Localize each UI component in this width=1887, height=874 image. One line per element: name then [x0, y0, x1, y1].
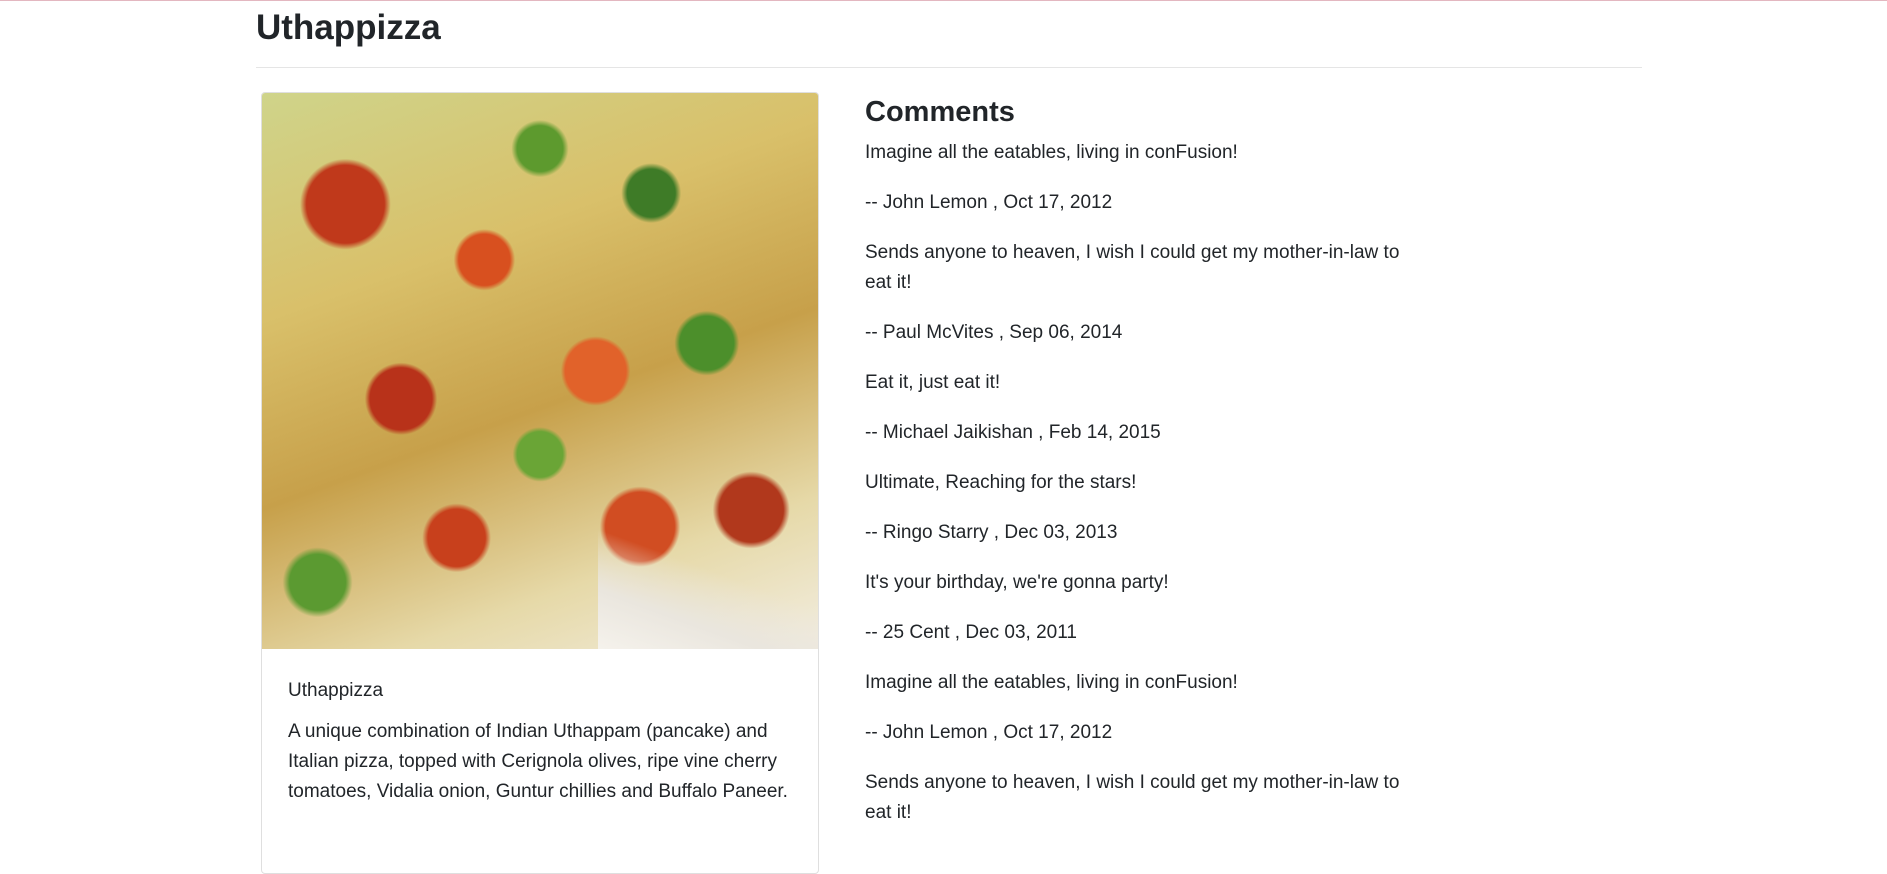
page-title: Uthappizza: [256, 8, 441, 47]
comment-author: -- Michael Jaikishan , Feb 14, 2015: [865, 422, 1161, 443]
comment-text: It's your birthday, we're gonna party!: [865, 572, 1169, 593]
dish-card-body: Uthappizza A unique combination of India…: [262, 649, 818, 827]
dish-description: A unique combination of Indian Uthappam …: [288, 721, 788, 802]
comment-author: -- John Lemon , Oct 17, 2012: [865, 722, 1113, 743]
comment-text: Sends anyone to heaven, I wish I could g…: [865, 242, 1400, 293]
comment-author: -- Paul McVites , Sep 06, 2014: [865, 322, 1123, 343]
comment-list: Imagine all the eatables, living in conF…: [865, 138, 1425, 828]
comment-text: Imagine all the eatables, living in conF…: [865, 142, 1238, 163]
comment-author: -- Ringo Starry , Dec 03, 2013: [865, 522, 1118, 543]
comment-text: Eat it, just eat it!: [865, 372, 1001, 393]
dish-card: Uthappizza A unique combination of India…: [261, 92, 819, 874]
comments-heading: Comments: [865, 96, 1015, 128]
dish-image: [262, 93, 818, 649]
dish-card-title: Uthappizza: [288, 680, 384, 701]
comment-author: -- 25 Cent , Dec 03, 2011: [865, 622, 1077, 643]
main-container: Uthappizza Uthappizza A unique combinati…: [256, 0, 1642, 874]
comment-author: -- John Lemon , Oct 17, 2012: [865, 192, 1113, 213]
comment-text: Sends anyone to heaven, I wish I could g…: [865, 772, 1400, 823]
comment-text: Ultimate, Reaching for the stars!: [865, 472, 1137, 493]
title-divider: [256, 67, 1642, 68]
comments-section: Comments Imagine all the eatables, livin…: [865, 92, 1425, 848]
comment-text: Imagine all the eatables, living in conF…: [865, 672, 1238, 693]
